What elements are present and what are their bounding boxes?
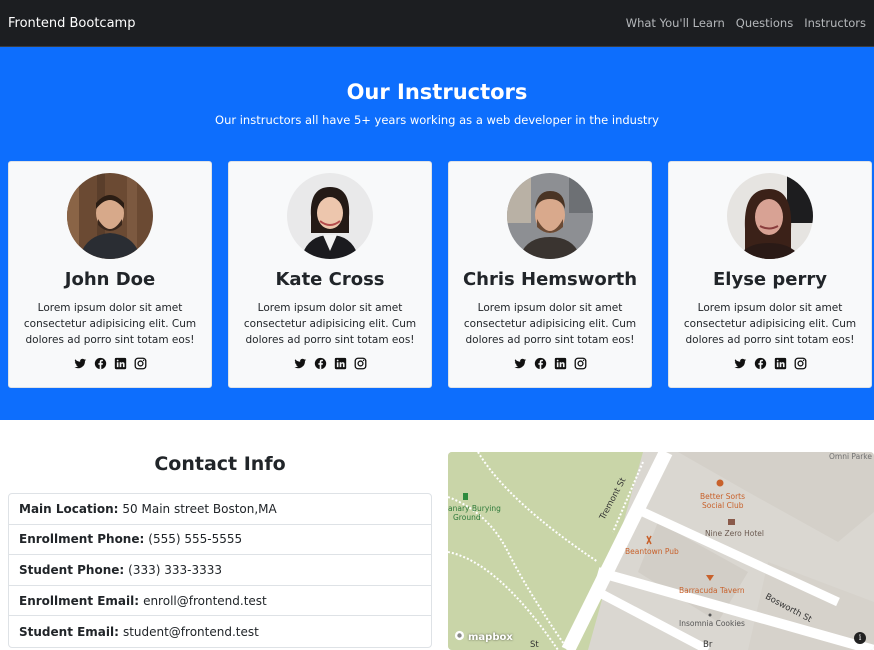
linkedin-icon[interactable] [114, 357, 127, 370]
social-links [293, 357, 367, 370]
instagram-icon[interactable] [354, 357, 367, 370]
map-label: Insomnia Cookies [679, 619, 745, 628]
instructor-bio: Lorem ipsum dolor sit amet consectetur a… [463, 302, 637, 346]
contact-row-enrollment-phone: Enrollment Phone: (555) 555-5555 [9, 525, 431, 556]
instructor-name: Kate Cross [275, 269, 385, 290]
contact-value: enroll@frontend.test [143, 593, 267, 608]
instructor-card: Elyse perry Lorem ipsum dolor sit amet c… [668, 161, 872, 388]
linkedin-icon[interactable] [334, 357, 347, 370]
nav-link-what-youll-learn[interactable]: What You'll Learn [626, 16, 725, 30]
instructor-cards: John Doe Lorem ipsum dolor sit amet cons… [8, 161, 872, 388]
instructor-name: John Doe [64, 269, 156, 290]
twitter-icon[interactable] [73, 357, 87, 370]
twitter-icon[interactable] [513, 357, 527, 370]
map-label: Omni Parke [829, 452, 872, 461]
instructor-bio: Lorem ipsum dolor sit amet consectetur a… [683, 302, 857, 346]
instructor-card: Kate Cross Lorem ipsum dolor sit amet co… [228, 161, 432, 388]
twitter-icon[interactable] [293, 357, 307, 370]
facebook-icon[interactable] [94, 357, 107, 370]
linkedin-icon[interactable] [774, 357, 787, 370]
contact-row-main-location: Main Location: 50 Main street Boston,MA [9, 494, 431, 525]
social-links [73, 357, 147, 370]
instructor-card: Chris Hemsworth Lorem ipsum dolor sit am… [448, 161, 652, 388]
facebook-icon[interactable] [314, 357, 327, 370]
contact-label: Main Location: [19, 501, 119, 516]
instructors-title: Our Instructors [346, 80, 528, 104]
mapbox-logo[interactable]: mapbox [454, 630, 513, 644]
contact-value: (333) 333-3333 [128, 562, 223, 577]
contact-label: Enrollment Email: [19, 593, 140, 608]
nav-link-questions[interactable]: Questions [736, 16, 793, 30]
map-label: Beantown Pub [625, 547, 679, 556]
instructor-card: John Doe Lorem ipsum dolor sit amet cons… [8, 161, 212, 388]
contact-label: Enrollment Phone: [19, 532, 145, 547]
contact-row-enrollment-email: Enrollment Email: enroll@frontend.test [9, 586, 431, 617]
contact-value: 50 Main street Boston,MA [122, 501, 277, 516]
map-label: Barracuda Tavern [679, 586, 745, 595]
contact-title: Contact Info [154, 453, 286, 475]
facebook-icon[interactable] [754, 357, 767, 370]
twitter-icon[interactable] [733, 357, 747, 370]
instagram-icon[interactable] [134, 357, 147, 370]
mapbox-wordmark: mapbox [468, 631, 513, 643]
contact-value: student@frontend.test [122, 624, 259, 639]
contact-list: Main Location: 50 Main street Boston,MA … [8, 493, 432, 648]
instructors-section: Our Instructors Our instructors all have… [0, 47, 874, 420]
map-label: Ground [453, 513, 481, 522]
avatar [287, 173, 373, 259]
map[interactable]: Omni Parke anary Burying Ground Better S… [448, 452, 874, 650]
avatar [727, 173, 813, 259]
instructor-name: Elyse perry [713, 269, 827, 290]
contact-label: Student Phone: [19, 562, 125, 577]
instructor-bio: Lorem ipsum dolor sit amet consectetur a… [23, 302, 197, 346]
avatar [507, 173, 593, 259]
facebook-icon[interactable] [534, 357, 547, 370]
instructor-bio: Lorem ipsum dolor sit amet consectetur a… [243, 302, 417, 346]
instagram-icon[interactable] [794, 357, 807, 370]
linkedin-icon[interactable] [554, 357, 567, 370]
contact-row-student-phone: Student Phone: (333) 333-3333 [9, 555, 431, 586]
mapbox-icon [454, 630, 465, 644]
social-links [513, 357, 587, 370]
contact-label: Student Email: [19, 624, 119, 639]
navbar: Frontend Bootcamp What You'll Learn Ques… [0, 0, 874, 47]
instructors-subtitle: Our instructors all have 5+ years workin… [215, 113, 659, 127]
map-label: Social Club [702, 501, 744, 510]
nav-link-instructors[interactable]: Instructors [804, 16, 866, 30]
info-icon[interactable]: i [854, 632, 866, 644]
map-label: Better Sorts [700, 492, 746, 501]
contact-row-student-email: Student Email: student@frontend.test [9, 616, 431, 647]
nav-links: What You'll Learn Questions Instructors [626, 16, 866, 30]
map-label: Br [703, 640, 713, 650]
social-links [733, 357, 807, 370]
instagram-icon[interactable] [574, 357, 587, 370]
contact-value: (555) 555-5555 [148, 532, 243, 547]
avatar [67, 173, 153, 259]
brand-link[interactable]: Frontend Bootcamp [8, 16, 135, 31]
instructor-name: Chris Hemsworth [462, 269, 638, 290]
map-label: anary Burying [448, 504, 501, 513]
map-label: Nine Zero Hotel [705, 529, 764, 538]
map-label: St [530, 640, 539, 650]
